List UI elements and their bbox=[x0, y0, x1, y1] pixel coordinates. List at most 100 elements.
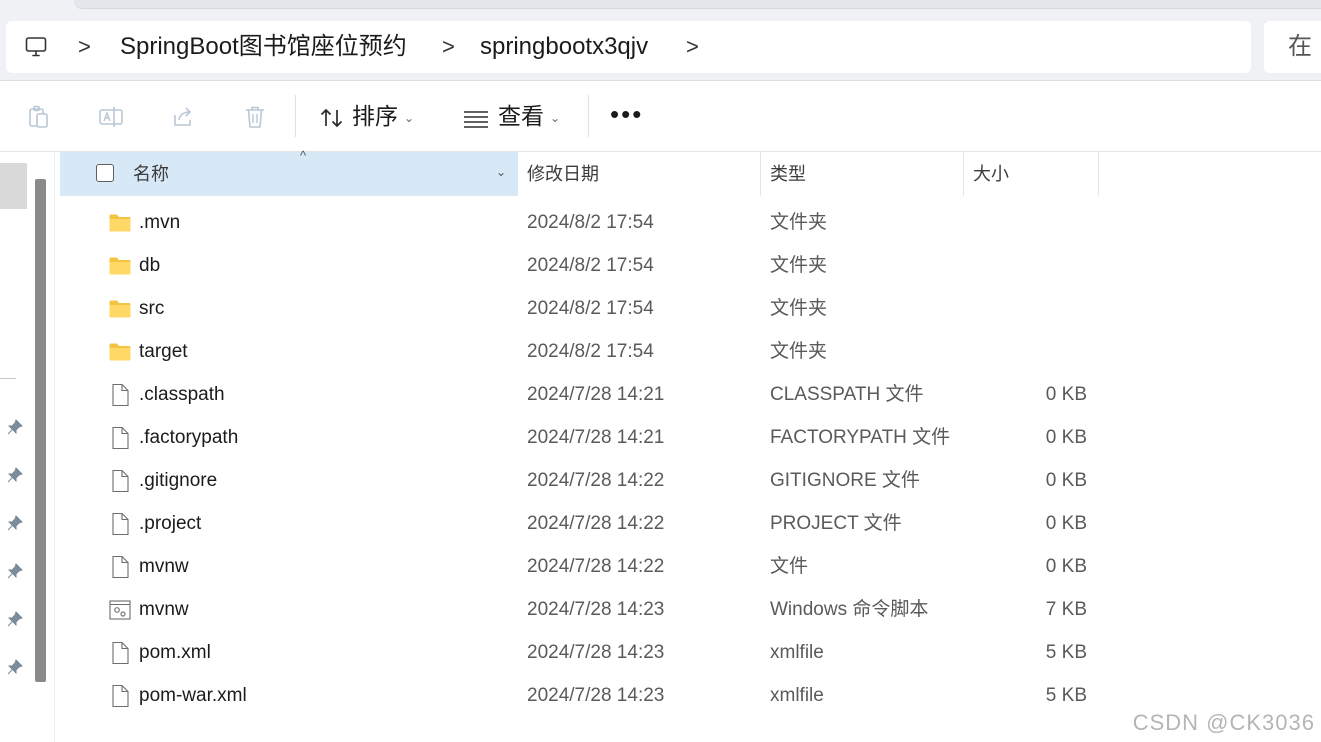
pin-icon bbox=[7, 611, 23, 627]
file-icon bbox=[108, 641, 132, 665]
this-pc-icon[interactable] bbox=[24, 35, 48, 59]
file-name[interactable]: .factorypath bbox=[139, 416, 238, 459]
folder-icon bbox=[108, 297, 132, 321]
paste-icon[interactable] bbox=[25, 103, 53, 131]
file-name[interactable]: mvnw bbox=[139, 545, 189, 588]
file-row[interactable]: mvnw 2024/7/28 14:23 Windows 命令脚本 7 KB bbox=[60, 588, 1098, 631]
file-size: 0 KB bbox=[1045, 513, 1087, 534]
chevron-right-icon[interactable]: > bbox=[442, 21, 455, 73]
file-icon bbox=[108, 555, 132, 579]
column-header-type[interactable]: 类型 bbox=[770, 152, 806, 196]
file-row[interactable]: .project 2024/7/28 14:22 PROJECT 文件 0 KB bbox=[60, 502, 1098, 545]
column-header-size[interactable]: 大小 bbox=[973, 152, 1009, 196]
folder-icon bbox=[108, 254, 132, 278]
chevron-right-icon[interactable]: > bbox=[686, 21, 699, 73]
file-date: 2024/7/28 14:22 bbox=[527, 470, 665, 491]
file-row[interactable]: pom-war.xml 2024/7/28 14:23 xmlfile 5 KB bbox=[60, 674, 1098, 717]
file-date: 2024/8/2 17:54 bbox=[527, 212, 654, 233]
file-row[interactable]: db 2024/8/2 17:54 文件夹 bbox=[60, 244, 1098, 287]
column-header-date[interactable]: 修改日期 bbox=[527, 152, 599, 196]
toolbar-separator bbox=[588, 95, 589, 137]
file-date: 2024/8/2 17:54 bbox=[527, 341, 654, 362]
pin-icon bbox=[7, 467, 23, 483]
file-size: 7 KB bbox=[1045, 599, 1087, 620]
file-date: 2024/7/28 14:22 bbox=[527, 556, 665, 577]
file-row[interactable]: .classpath 2024/7/28 14:21 CLASSPATH 文件 0 K… bbox=[60, 373, 1098, 416]
breadcrumb-item-folder[interactable]: springbootx3qjv bbox=[480, 21, 648, 73]
delete-icon[interactable] bbox=[241, 103, 269, 131]
chevron-right-icon[interactable]: > bbox=[78, 21, 91, 73]
file-type: PROJECT 文件 bbox=[770, 513, 902, 534]
file-type: FACTORYPATH 文件 bbox=[770, 427, 951, 448]
file-name[interactable]: pom.xml bbox=[139, 631, 211, 674]
view-button[interactable]: 查看 ⌄ bbox=[462, 95, 560, 137]
toolbar-separator bbox=[295, 95, 296, 137]
file-date: 2024/7/28 14:22 bbox=[527, 513, 665, 534]
pin-icon bbox=[7, 419, 23, 435]
file-row[interactable]: mvnw 2024/7/28 14:22 文件 0 KB bbox=[60, 545, 1098, 588]
file-size: 0 KB bbox=[1045, 556, 1087, 577]
nav-selected-item[interactable] bbox=[0, 163, 27, 209]
breadcrumb-item-project[interactable]: SpringBoot图书馆座位预约 bbox=[120, 21, 407, 73]
share-icon[interactable] bbox=[169, 103, 197, 131]
file-size: 5 KB bbox=[1045, 685, 1087, 706]
file-date: 2024/8/2 17:54 bbox=[527, 298, 654, 319]
select-all-checkbox[interactable] bbox=[96, 164, 114, 182]
file-name[interactable]: .classpath bbox=[139, 373, 225, 416]
chevron-down-icon: ⌄ bbox=[404, 110, 415, 125]
file-type: 文件夹 bbox=[770, 255, 828, 276]
file-type: 文件 bbox=[770, 556, 809, 577]
sort-label: 排序 bbox=[352, 103, 398, 129]
column-header-name[interactable]: 名称 ^ ⌄ bbox=[60, 148, 518, 196]
search-box[interactable]: 在 bbox=[1264, 21, 1321, 73]
file-name[interactable]: mvnw bbox=[139, 588, 189, 631]
chevron-down-icon: ⌄ bbox=[550, 110, 561, 125]
column-name-label: 名称 bbox=[133, 164, 169, 184]
command-bar: 排序 ⌄ 查看 ⌄ ••• bbox=[0, 81, 1321, 152]
file-row[interactable]: target 2024/8/2 17:54 文件夹 bbox=[60, 330, 1098, 373]
sort-button[interactable]: 排序 ⌄ bbox=[318, 95, 414, 137]
file-size: 5 KB bbox=[1045, 642, 1087, 663]
file-type: 文件夹 bbox=[770, 298, 828, 319]
more-options-icon[interactable]: ••• bbox=[610, 101, 643, 127]
file-type: Windows 命令脚本 bbox=[770, 599, 929, 620]
file-size: 0 KB bbox=[1045, 427, 1087, 448]
rename-icon[interactable] bbox=[97, 103, 125, 131]
file-row[interactable]: src 2024/8/2 17:54 文件夹 bbox=[60, 287, 1098, 330]
chevron-down-icon[interactable]: ⌄ bbox=[496, 165, 506, 179]
file-icon bbox=[108, 383, 132, 407]
file-size: 0 KB bbox=[1045, 470, 1087, 491]
column-resize-handle[interactable] bbox=[1098, 152, 1099, 196]
file-row[interactable]: .factorypath 2024/7/28 14:21 FACTORYPATH 文… bbox=[60, 416, 1098, 459]
file-size: 0 KB bbox=[1045, 384, 1087, 405]
view-label: 查看 bbox=[498, 103, 544, 129]
watermark: CSDN @CK3036 bbox=[1132, 710, 1315, 735]
column-header-row: 名称 ^ ⌄ 修改日期 类型 大小 bbox=[60, 148, 1099, 196]
address-bar[interactable]: > SpringBoot图书馆座位预约 > springbootx3qjv > bbox=[6, 21, 1251, 73]
file-name[interactable]: db bbox=[139, 244, 160, 287]
pin-icon bbox=[7, 659, 23, 675]
file-name[interactable]: .project bbox=[139, 502, 201, 545]
file-type: 文件夹 bbox=[770, 212, 828, 233]
column-resize-handle[interactable] bbox=[963, 152, 964, 196]
column-resize-handle[interactable] bbox=[760, 152, 761, 196]
view-icon bbox=[464, 111, 488, 128]
file-name[interactable]: src bbox=[139, 287, 164, 330]
nav-scrollbar[interactable] bbox=[35, 179, 46, 682]
pane-divider bbox=[54, 152, 55, 742]
file-row[interactable]: .gitignore 2024/7/28 14:22 GITIGNORE 文件 0 K… bbox=[60, 459, 1098, 502]
file-name[interactable]: .gitignore bbox=[139, 459, 217, 502]
file-name[interactable]: .mvn bbox=[139, 201, 180, 244]
file-icon bbox=[108, 426, 132, 450]
file-name[interactable]: target bbox=[139, 330, 188, 373]
script-icon bbox=[108, 598, 132, 622]
sort-ascending-icon: ^ bbox=[300, 148, 307, 163]
file-date: 2024/8/2 17:54 bbox=[527, 255, 654, 276]
file-row[interactable]: .mvn 2024/8/2 17:54 文件夹 bbox=[60, 201, 1098, 244]
file-date: 2024/7/28 14:23 bbox=[527, 599, 665, 620]
file-icon bbox=[108, 512, 132, 536]
file-row[interactable]: pom.xml 2024/7/28 14:23 xmlfile 5 KB bbox=[60, 631, 1098, 674]
file-type: xmlfile bbox=[770, 642, 824, 663]
file-date: 2024/7/28 14:21 bbox=[527, 427, 665, 448]
file-name[interactable]: pom-war.xml bbox=[139, 674, 247, 717]
